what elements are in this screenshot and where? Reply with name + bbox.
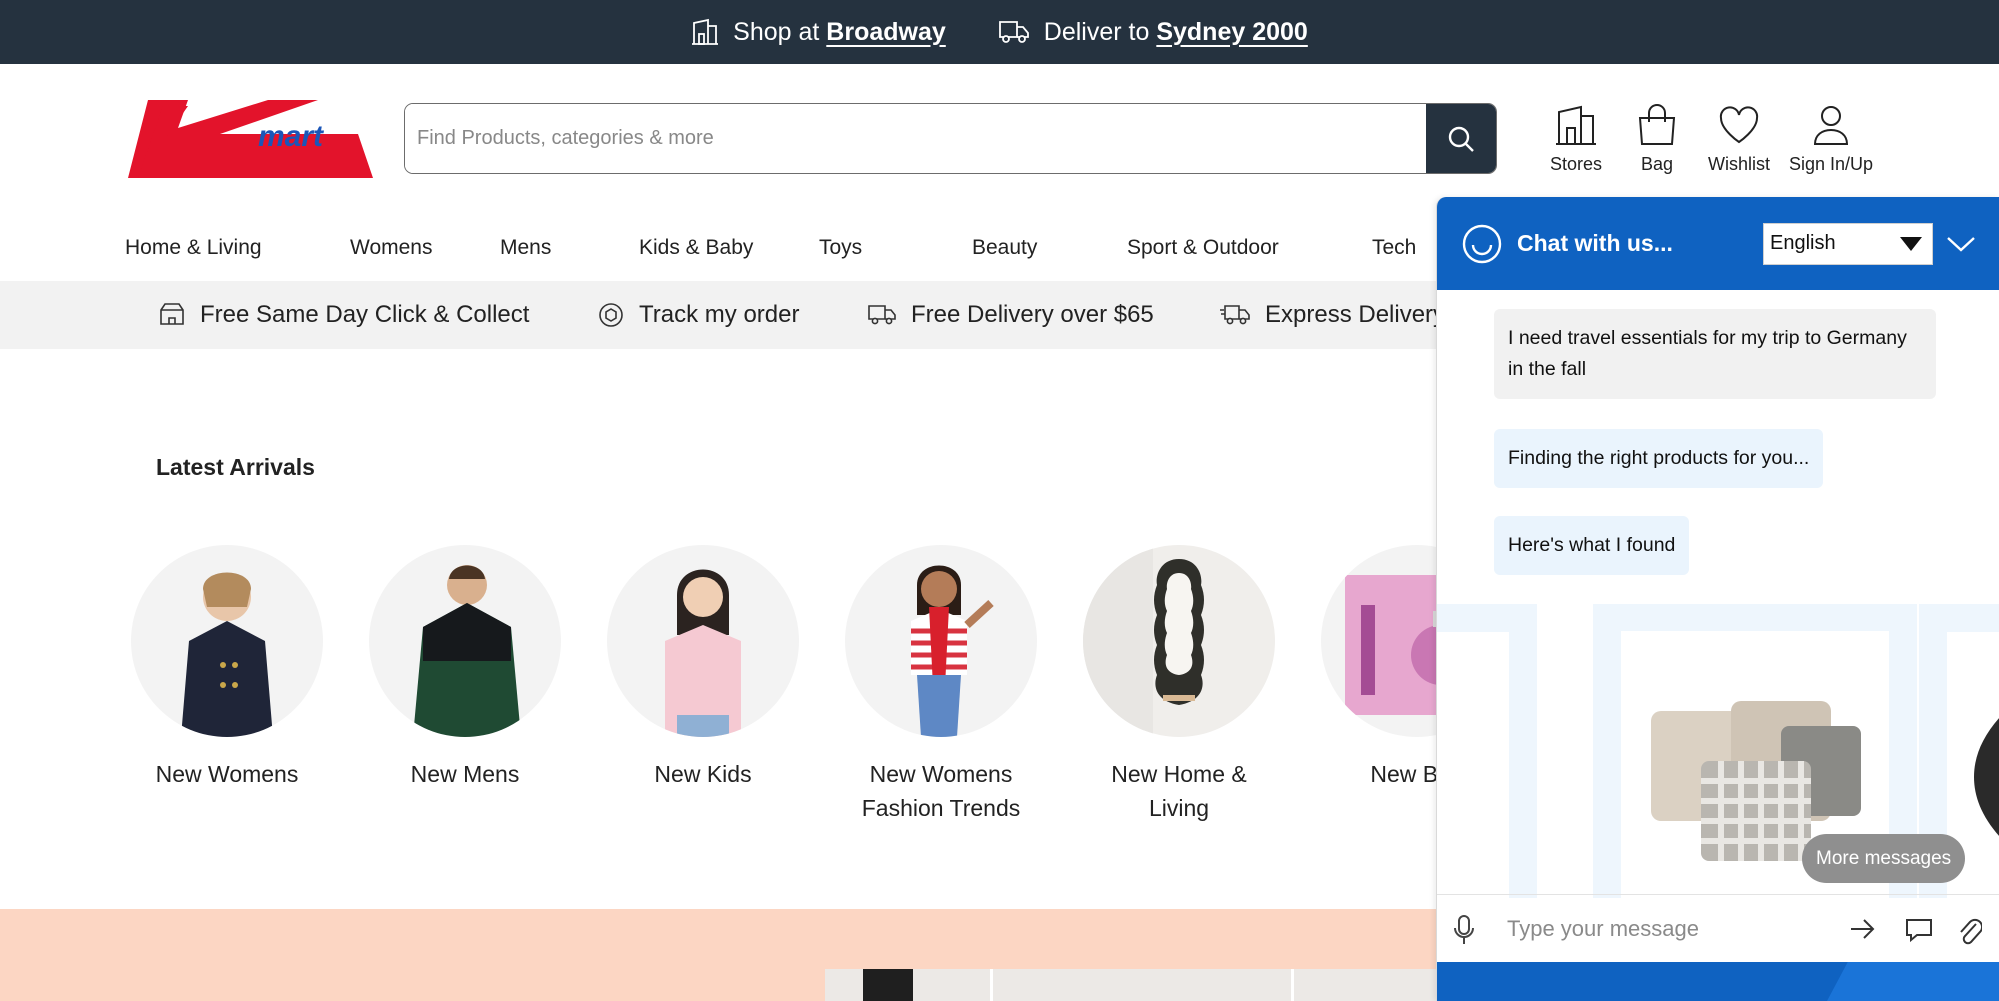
shop-store-link[interactable]: Broadway xyxy=(826,18,945,46)
bag-label: Bag xyxy=(1640,154,1674,174)
deliver-location-link[interactable]: Sydney 2000 xyxy=(1156,18,1308,46)
sign-in-button[interactable]: Sign In/Up xyxy=(1785,104,1877,175)
footer-stripe xyxy=(1827,962,1999,1001)
category-label: New Womens xyxy=(155,761,299,787)
benefit-label: Free Delivery over $65 xyxy=(911,301,1154,328)
kmart-logo[interactable]: mart xyxy=(128,100,373,178)
chat-widget: Chat with us... English I need travel es… xyxy=(1436,197,1999,1001)
search-icon xyxy=(1448,126,1474,152)
delivery-truck-icon xyxy=(868,305,896,325)
bag-button[interactable]: Bag xyxy=(1621,104,1693,175)
benefit-express-delivery[interactable]: Express Delivery xyxy=(1219,301,1445,329)
shop-at-store[interactable]: Shop at Broadway xyxy=(691,18,946,47)
image-divider xyxy=(1291,969,1294,1001)
benefit-label: Track my order xyxy=(639,301,800,328)
search-bar xyxy=(404,103,1497,174)
chat-smile-icon xyxy=(1462,224,1502,263)
nav-item-mens[interactable]: Mens xyxy=(500,236,639,260)
store-icon xyxy=(692,18,719,45)
bag-icon xyxy=(1638,104,1676,145)
category-new-mens[interactable]: New Mens xyxy=(369,545,561,825)
benefit-free-delivery[interactable]: Free Delivery over $65 xyxy=(867,301,1219,329)
category-label: New Home & Living xyxy=(1111,761,1247,821)
category-image xyxy=(1083,545,1275,737)
chat-footer xyxy=(1437,962,1999,1001)
main-nav: Home & Living Womens Mens Kids & Baby To… xyxy=(125,236,1416,260)
language-value: English xyxy=(1770,232,1836,254)
chat-message-input[interactable] xyxy=(1507,909,1827,949)
microphone-icon[interactable] xyxy=(1453,914,1475,946)
language-select[interactable]: English xyxy=(1763,222,1933,265)
attach-paperclip-icon[interactable] xyxy=(1956,914,1982,946)
benefit-track-order[interactable]: Track my order xyxy=(597,301,867,329)
chat-message-bot: Finding the right products for you... xyxy=(1494,429,1824,488)
category-image xyxy=(607,545,799,737)
nav-item-sport-outdoor[interactable]: Sport & Outdoor xyxy=(1127,236,1372,260)
header-icons: Stores Bag Wishlist Sign In/Up xyxy=(1540,104,1877,175)
more-messages-button[interactable]: More messages xyxy=(1802,834,1966,883)
category-label: New Kids xyxy=(654,761,752,787)
carousel-next-arrow[interactable] xyxy=(1974,717,1999,837)
category-new-home-living[interactable]: New Home & Living xyxy=(1083,545,1275,825)
track-icon xyxy=(599,303,623,327)
top-bar: Shop at Broadway Deliver to Sydney 2000 xyxy=(0,0,1999,64)
wishlist-label: Wishlist xyxy=(1708,154,1770,174)
benefit-click-collect[interactable]: Free Same Day Click & Collect xyxy=(158,301,597,329)
heart-icon xyxy=(1719,106,1759,144)
lamp-shape xyxy=(863,969,913,1001)
category-new-kids[interactable]: New Kids xyxy=(607,545,799,825)
chat-message-bot: Here's what I found xyxy=(1494,516,1690,575)
wishlist-button[interactable]: Wishlist xyxy=(1693,104,1785,175)
logo-text: mart xyxy=(258,120,325,153)
chat-title: Chat with us... xyxy=(1517,230,1673,256)
delivery-truck-icon xyxy=(998,21,1029,43)
store-icon xyxy=(1556,105,1596,145)
nav-item-beauty[interactable]: Beauty xyxy=(972,236,1127,260)
user-icon xyxy=(1813,106,1849,145)
nav-item-womens[interactable]: Womens xyxy=(350,236,500,260)
stores-button[interactable]: Stores xyxy=(1540,104,1612,175)
search-button[interactable] xyxy=(1426,104,1496,173)
benefit-label: Express Delivery xyxy=(1265,301,1446,328)
nav-item-toys[interactable]: Toys xyxy=(819,236,972,260)
category-new-womens-fashion[interactable]: New Womens Fashion Trends xyxy=(845,545,1037,825)
category-carousel: New Womens New Mens New Kids New Womens … xyxy=(131,545,1513,825)
click-collect-icon xyxy=(160,303,184,325)
stores-label: Stores xyxy=(1549,154,1603,174)
category-label: New Mens xyxy=(410,761,520,787)
chat-header: Chat with us... English xyxy=(1437,197,1999,290)
shop-prefix: Shop at xyxy=(733,17,820,46)
chat-bubble-icon[interactable] xyxy=(1905,917,1933,943)
nav-item-tech[interactable]: Tech xyxy=(1372,236,1416,260)
send-arrow-icon[interactable] xyxy=(1849,917,1877,941)
sign-in-label: Sign In/Up xyxy=(1788,154,1874,174)
category-image xyxy=(369,545,561,737)
chevron-down-icon[interactable] xyxy=(1945,234,1977,254)
category-image xyxy=(131,545,323,737)
promo-image xyxy=(825,969,1440,1001)
category-label: New Womens Fashion Trends xyxy=(861,761,1021,821)
search-input[interactable] xyxy=(405,104,1426,173)
nav-item-home-living[interactable]: Home & Living xyxy=(125,236,350,260)
chat-input-bar xyxy=(1437,894,1999,962)
deliver-prefix: Deliver to xyxy=(1043,17,1150,46)
image-divider xyxy=(990,969,993,1001)
category-new-womens[interactable]: New Womens xyxy=(131,545,323,825)
express-truck-icon xyxy=(1220,305,1250,325)
category-image xyxy=(845,545,1037,737)
caret-down-icon xyxy=(1900,236,1922,251)
latest-arrivals-title: Latest Arrivals xyxy=(156,454,315,480)
benefit-label: Free Same Day Click & Collect xyxy=(200,301,530,328)
chat-message-user: I need travel essentials for my trip to … xyxy=(1494,309,1936,399)
deliver-to-location[interactable]: Deliver to Sydney 2000 xyxy=(998,18,1308,47)
